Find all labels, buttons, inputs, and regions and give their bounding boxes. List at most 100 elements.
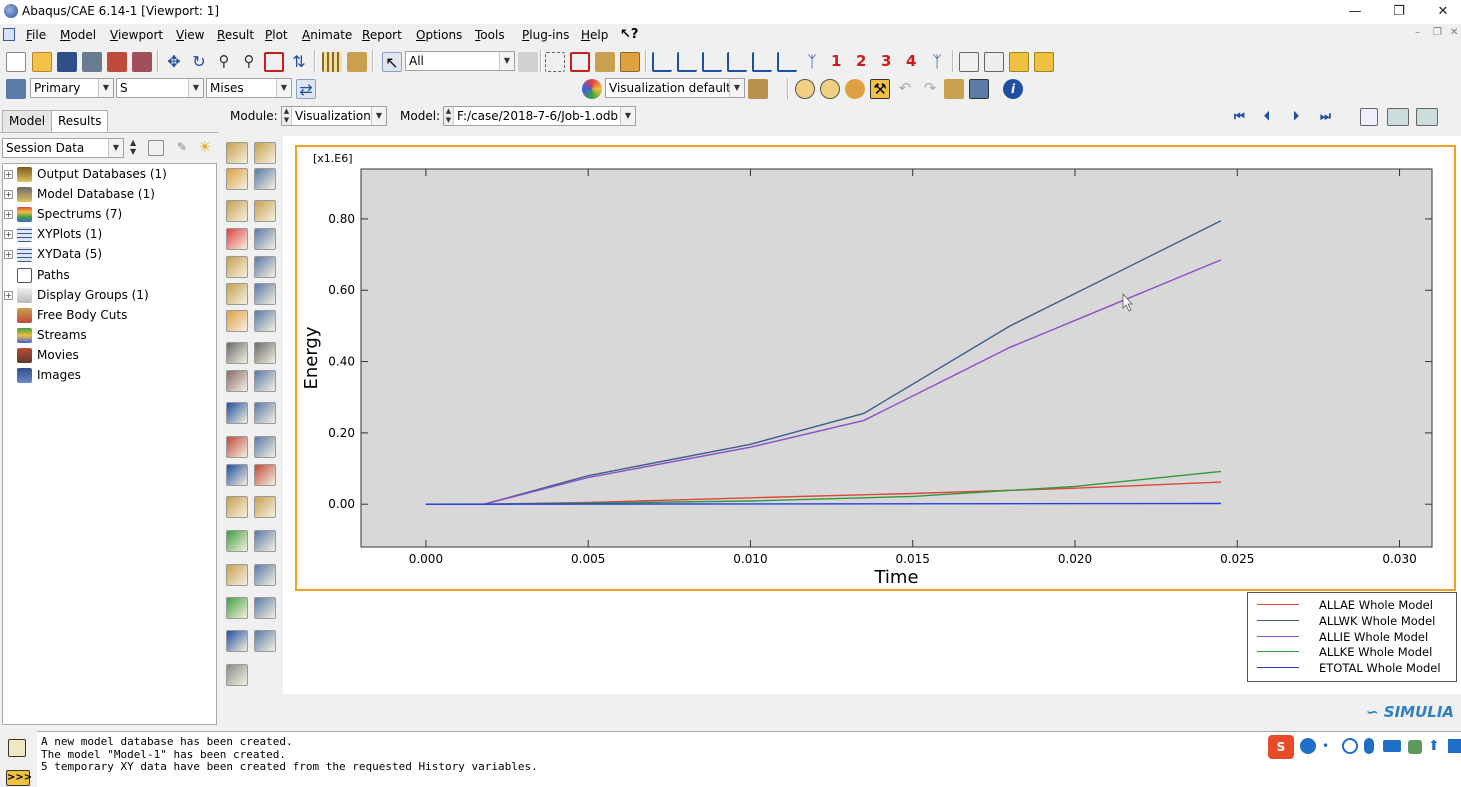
info-icon[interactable]: i <box>1003 79 1023 99</box>
menu-view[interactable]: View <box>176 28 204 42</box>
menu-viewport[interactable]: Viewport <box>110 28 163 42</box>
ime-menu-icon[interactable] <box>1448 739 1461 753</box>
toolbox-tool-icon[interactable] <box>226 256 248 278</box>
next-frame-icon[interactable]: ⏵ <box>1293 109 1299 124</box>
expand-icon[interactable]: + <box>4 230 13 240</box>
open-icon[interactable] <box>32 52 52 72</box>
xy-plot[interactable]: 0.000 0.005 0.010 0.015 0.020 0.025 0.030 0.00 0… <box>297 147 1454 589</box>
ime-logo-icon[interactable]: S <box>1268 735 1294 759</box>
select-mesh-icon[interactable] <box>595 52 615 72</box>
toolbox-tool-icon[interactable] <box>254 564 276 586</box>
toolbox-tool-icon[interactable] <box>254 142 276 164</box>
menu-help[interactable]: Help <box>581 28 608 42</box>
menu-report[interactable]: Report <box>362 28 402 42</box>
hidden-line-icon[interactable] <box>984 52 1004 72</box>
mdi-close-icon[interactable]: ✕ <box>1450 27 1458 38</box>
camera-icon[interactable] <box>1416 108 1438 126</box>
animation-options-icon[interactable] <box>1387 108 1409 126</box>
toolbox-tool-icon[interactable] <box>254 310 276 332</box>
toolbox-tool-icon[interactable] <box>226 530 248 552</box>
shading-icon[interactable] <box>845 79 865 99</box>
filled-icon[interactable] <box>1009 52 1029 72</box>
mdi-restore-icon[interactable]: ❐ <box>1433 27 1442 38</box>
ime-skin-icon[interactable] <box>1408 740 1422 754</box>
view-iso-icon[interactable]: ᛉ <box>802 52 822 72</box>
tab-model[interactable]: Model <box>2 110 53 132</box>
toolbox-tool-icon[interactable] <box>226 564 248 586</box>
axis-triad-icon[interactable]: ᛉ <box>927 52 947 72</box>
expand-tree-icon[interactable] <box>148 140 164 156</box>
shaded-icon[interactable] <box>1034 52 1054 72</box>
view-front-icon[interactable] <box>652 52 672 72</box>
lightbulb-icon[interactable]: ☀ <box>198 138 211 156</box>
menu-file[interactable]: File <box>26 28 46 42</box>
session-data-combo[interactable]: Session Data ▼ <box>2 138 124 158</box>
expand-icon[interactable]: + <box>4 210 13 220</box>
user-view-1-button[interactable]: 1 <box>831 52 841 70</box>
toolbox-tool-icon[interactable] <box>226 310 248 332</box>
select-rect-icon[interactable] <box>570 52 590 72</box>
pan-icon[interactable]: ✥ <box>164 52 184 72</box>
toolbox-tool-icon[interactable] <box>226 228 248 250</box>
visualization-defaults-combo[interactable]: Visualization defaults ▼ <box>605 78 745 98</box>
render-model-icon[interactable] <box>620 52 640 72</box>
select-cursor-icon[interactable]: ↖ <box>382 52 402 72</box>
close-button[interactable]: ✕ <box>1428 2 1458 22</box>
toolbox-tool-icon[interactable] <box>254 168 276 190</box>
ime-punct-icon[interactable]: • <box>1322 739 1332 753</box>
primary-combo[interactable]: Primary ▼ <box>30 78 114 98</box>
toolbox-tool-icon[interactable] <box>254 283 276 305</box>
menu-plugins[interactable]: Plug-ins <box>522 28 569 42</box>
query-icon[interactable] <box>322 52 342 72</box>
toolbox-tool-icon[interactable] <box>254 370 276 392</box>
export-icon[interactable] <box>107 52 127 72</box>
redo-icon[interactable]: ↷ <box>920 79 940 99</box>
toolbox-tool-icon[interactable] <box>226 168 248 190</box>
toolbox-tool-icon[interactable] <box>254 228 276 250</box>
menu-options[interactable]: Options <box>416 28 462 42</box>
translucency-icon[interactable] <box>795 79 815 99</box>
field-output-icon[interactable] <box>6 79 26 99</box>
expand-icon[interactable]: + <box>4 290 13 300</box>
toolbox-tool-icon[interactable] <box>226 464 248 486</box>
toolbox-tool-icon[interactable] <box>226 436 248 458</box>
toolbox-tool-icon[interactable] <box>226 496 248 518</box>
rotate-icon[interactable]: ↻ <box>189 52 209 72</box>
toolbox-tool-icon[interactable] <box>254 464 276 486</box>
toolbox-tool-icon[interactable] <box>226 342 248 364</box>
wireframe-icon[interactable] <box>959 52 979 72</box>
selection-filter-combo[interactable]: All ▼ <box>405 51 515 71</box>
ime-emoji-icon[interactable] <box>1342 738 1358 754</box>
view-left-icon[interactable] <box>752 52 772 72</box>
palette-icon[interactable] <box>582 79 602 99</box>
minimize-button[interactable]: — <box>1340 2 1370 22</box>
menu-plot[interactable]: Plot <box>265 28 288 42</box>
dimensions-icon[interactable] <box>944 79 964 99</box>
filter-icon[interactable]: ✎ <box>174 140 190 156</box>
menu-tools[interactable]: Tools <box>475 28 505 42</box>
import-icon[interactable] <box>132 52 152 72</box>
box-zoom-icon[interactable]: ⚲ <box>239 52 259 72</box>
view-back-icon[interactable] <box>677 52 697 72</box>
context-help-icon[interactable]: ↖? <box>620 27 638 42</box>
kernel-command-icon[interactable]: >>> <box>6 770 32 786</box>
toolbox-tool-icon[interactable] <box>254 200 276 222</box>
ime-lang-icon[interactable] <box>1300 738 1316 754</box>
toolbox-tool-icon[interactable] <box>254 402 276 424</box>
expand-icon[interactable]: + <box>4 170 13 179</box>
save-icon[interactable] <box>57 52 77 72</box>
render-style-icon[interactable] <box>748 79 768 99</box>
ime-keyboard-icon[interactable] <box>1383 740 1401 752</box>
user-view-3-button[interactable]: 3 <box>881 52 891 70</box>
toolbox-tool-icon[interactable] <box>226 370 248 392</box>
user-view-4-button[interactable]: 4 <box>906 52 916 70</box>
menu-model[interactable]: Model <box>60 28 96 42</box>
ime-mic-icon[interactable] <box>1364 738 1374 754</box>
toolbox-tool-icon[interactable] <box>254 342 276 364</box>
module-combo[interactable]: ▲ ▼ Visualization ▼ <box>281 106 387 126</box>
toolbox-tool-icon[interactable] <box>226 142 248 164</box>
print-icon[interactable] <box>82 52 102 72</box>
toolbox-tool-icon[interactable] <box>254 436 276 458</box>
new-icon[interactable] <box>6 52 26 72</box>
toolbox-tool-icon[interactable] <box>226 200 248 222</box>
